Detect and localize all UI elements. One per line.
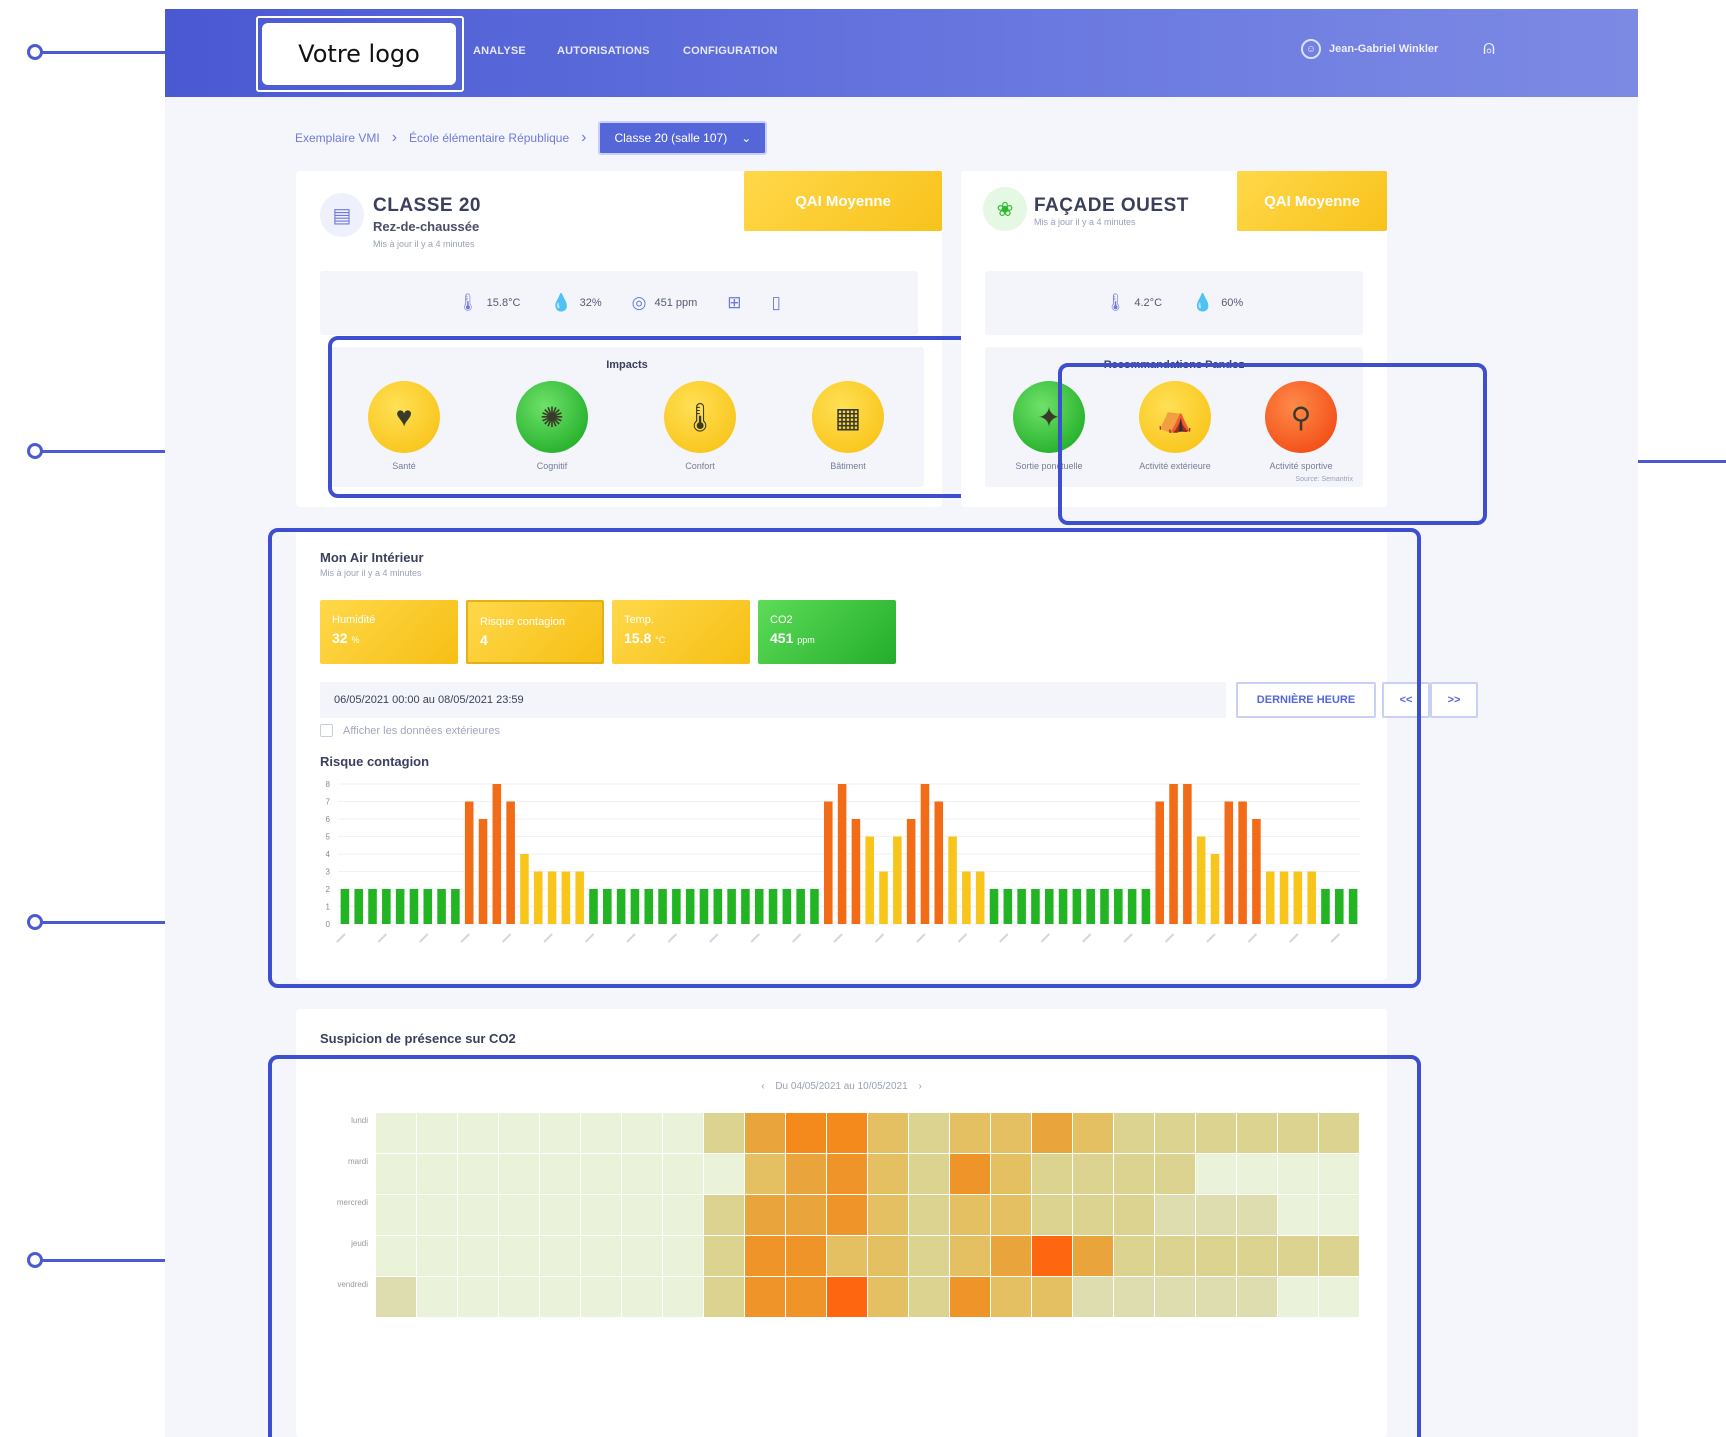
classroom-icon: ▤ (320, 193, 364, 237)
metric-temperature: 🌡 4.2°C (1105, 293, 1162, 313)
metric-window[interactable]: ⊞ (727, 293, 741, 313)
thermometer-icon: 🌡 (1104, 293, 1127, 312)
chevron-down-icon: ⌄ (741, 131, 752, 145)
droplet-icon: 💧 (550, 293, 572, 312)
nav-autorisations[interactable]: AUTORISATIONS (557, 45, 650, 57)
metric-temperature: 🌡 15.8°C (457, 293, 520, 313)
user-name: Jean-Gabriel Winkler (1329, 43, 1439, 55)
room-select-value: Classe 20 (salle 107) (614, 131, 728, 145)
next-button[interactable]: >> (1430, 682, 1478, 718)
card-updated: Mis à jour il y a 4 minutes (1034, 217, 1136, 227)
door-icon: ▯ (771, 293, 781, 312)
callout-dot-header (27, 44, 43, 60)
user-circle-icon: ☺ (1301, 39, 1321, 59)
callout-line-header (42, 51, 165, 54)
top-navigation-bar: Votre logo ANALYSE AUTORISATIONS CONFIGU… (165, 9, 1638, 97)
metric-door[interactable]: ▯ (772, 293, 781, 313)
facade-metrics-bar: 🌡 4.2°C 💧 60% (985, 271, 1363, 335)
breadcrumb-item-building-group[interactable]: Exemplaire VMI (295, 131, 380, 145)
callout-dot-air (27, 914, 43, 930)
chevron-right-icon: › (391, 129, 398, 146)
qai-badge[interactable]: QAI Moyenne (1237, 171, 1387, 231)
card-subtitle: Rez-de-chaussée (373, 219, 480, 234)
breadcrumb: Exemplaire VMI › École élémentaire Répub… (295, 121, 768, 155)
room-select[interactable]: Classe 20 (salle 107) ⌄ (598, 121, 768, 155)
impacts-highlight (328, 336, 972, 498)
metric-value: 60% (1221, 297, 1244, 309)
callout-dot-presence (27, 1252, 43, 1268)
breadcrumb-item-school[interactable]: École élémentaire République (409, 131, 569, 145)
metric-value: 15.8°C (486, 297, 521, 309)
metric-value: 32% (579, 297, 602, 309)
card-title: CLASSE 20 (373, 195, 481, 216)
metric-value: 451 ppm (654, 297, 698, 309)
nav-configuration[interactable]: CONFIGURATION (683, 45, 778, 57)
nav-analyse[interactable]: ANALYSE (473, 45, 526, 57)
recommendations-highlight (1058, 363, 1487, 525)
qai-badge[interactable]: QAI Moyenne (744, 171, 942, 231)
classroom-metrics-bar: 🌡 15.8°C 💧 32% ◎ 451 ppm ⊞ ▯ (320, 271, 918, 335)
app-window: Votre logo ANALYSE AUTORISATIONS CONFIGU… (165, 9, 1638, 1437)
logout-icon[interactable]: ⍝ (1483, 37, 1495, 60)
droplet-icon: 💧 (1192, 293, 1214, 312)
co2-icon: ◎ (631, 293, 647, 312)
metric-humidity: 💧 60% (1192, 293, 1243, 313)
chevron-right-icon: › (581, 129, 587, 146)
logo[interactable]: Votre logo (262, 23, 456, 85)
card-updated: Mis à jour il y a 4 minutes (373, 239, 475, 249)
window-icon: ⊞ (727, 293, 742, 312)
outdoor-leaf-icon: ❀ (983, 187, 1027, 231)
card-title: FAÇADE OUEST (1034, 195, 1189, 216)
metric-co2: ◎ 451 ppm (632, 293, 698, 313)
metric-humidity: 💧 32% (550, 293, 601, 313)
user-menu[interactable]: ☺ Jean-Gabriel Winkler (1301, 39, 1438, 59)
callout-dot-impacts (27, 443, 43, 459)
presence-title: Suspicion de présence sur CO2 (320, 1031, 516, 1046)
metric-value: 4.2°C (1134, 297, 1163, 309)
presence-highlight (268, 1055, 1421, 1437)
air-highlight (268, 528, 1421, 988)
thermometer-icon: 🌡 (457, 293, 479, 312)
